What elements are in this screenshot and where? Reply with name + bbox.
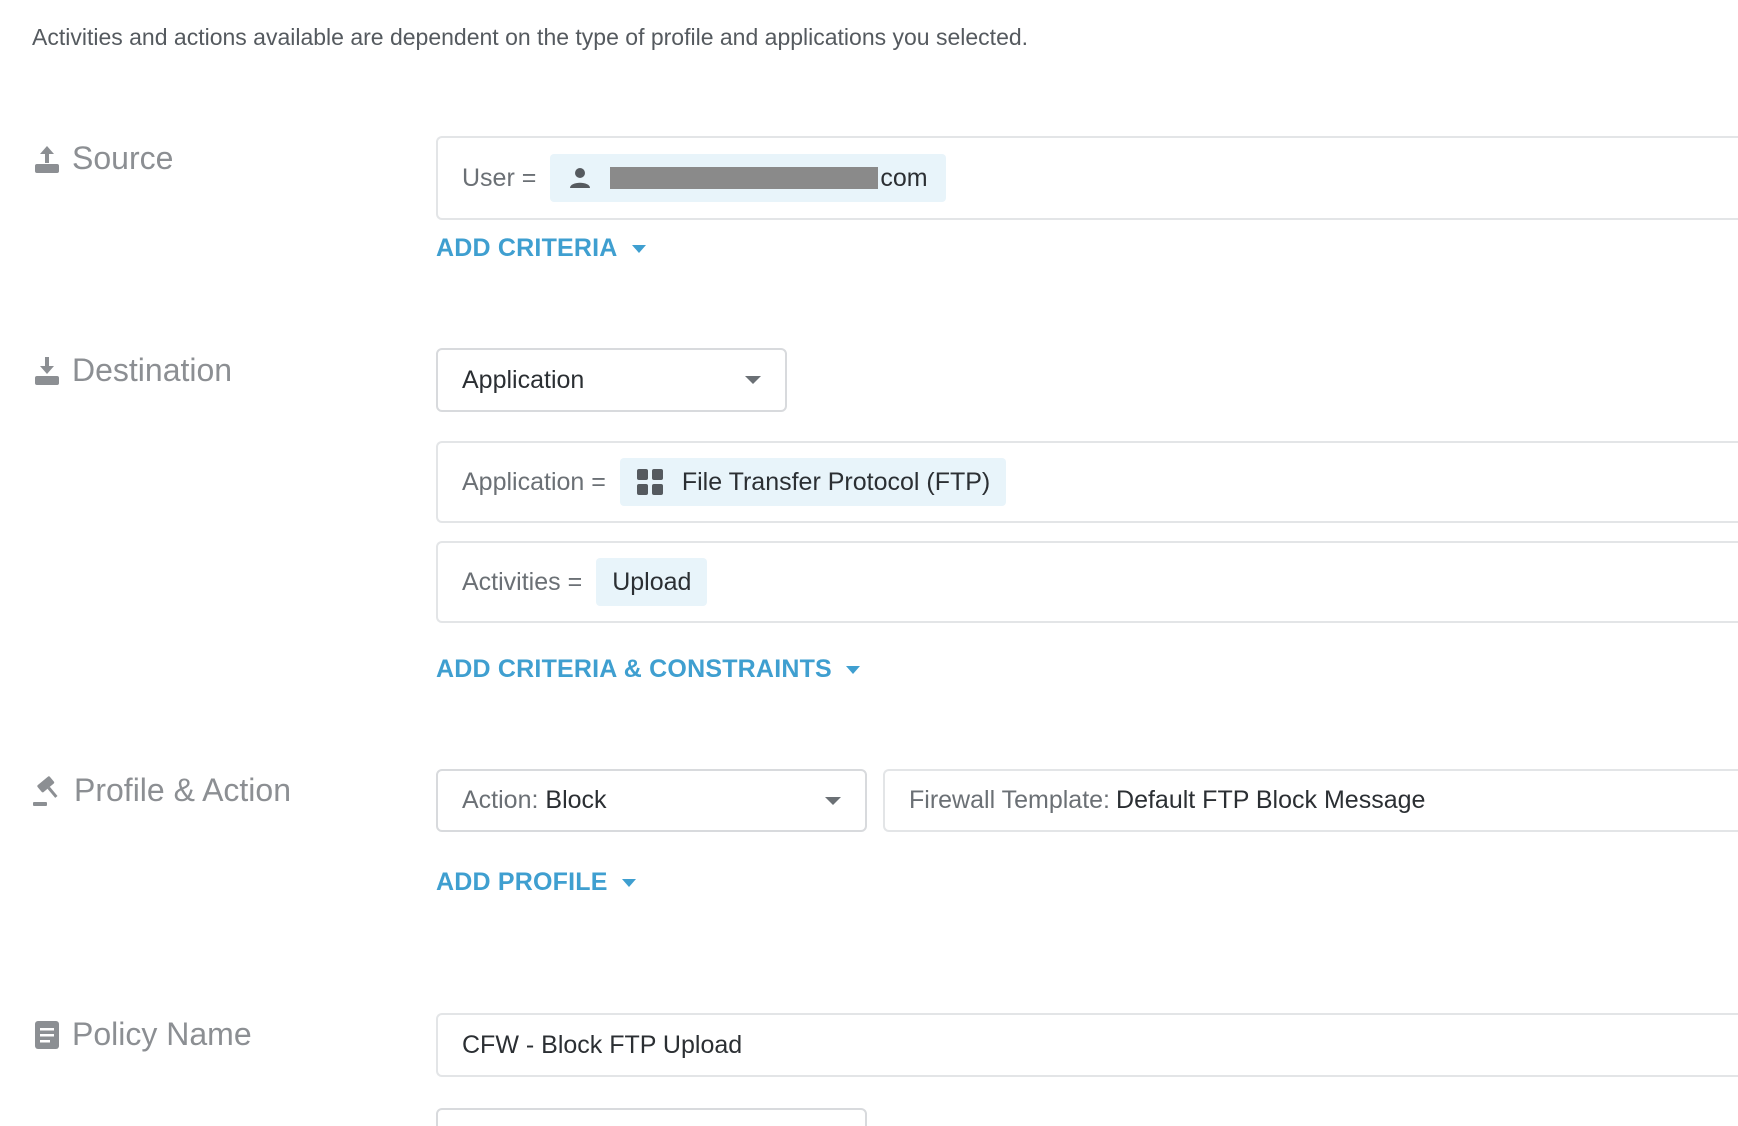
destination-add-criteria-label: ADD CRITERIA & CONSTRAINTS	[436, 655, 832, 683]
source-user-criteria[interactable]: User = com	[436, 136, 1738, 220]
destination-add-criteria-constraints-button[interactable]: ADD CRITERIA & CONSTRAINTS	[436, 655, 860, 684]
upload-tray-icon	[35, 145, 59, 173]
destination-type-select[interactable]: Application	[436, 348, 787, 412]
policy-name-section-label: Policy Name	[34, 1016, 252, 1053]
user-email-suffix: com	[880, 163, 928, 192]
chevron-down-icon	[631, 244, 646, 253]
add-profile-button[interactable]: ADD PROFILE	[436, 868, 636, 897]
destination-label: Destination	[72, 352, 233, 388]
profile-action-section-label: Profile & Action	[32, 772, 291, 809]
application-criteria-label: Application =	[462, 467, 606, 496]
policy-name-input[interactable]: CFW - Block FTP Upload	[436, 1013, 1738, 1077]
profile-action-label: Profile & Action	[74, 772, 291, 808]
policy-name-label: Policy Name	[72, 1016, 252, 1052]
destination-section-label: Destination	[34, 352, 232, 389]
intro-text: Activities and actions available are dep…	[32, 24, 1029, 50]
user-criteria-label: User =	[462, 163, 537, 192]
activities-chip[interactable]: Upload	[596, 558, 708, 606]
source-add-criteria-button[interactable]: ADD CRITERIA	[436, 234, 646, 263]
application-chip[interactable]: File Transfer Protocol (FTP)	[619, 458, 1007, 506]
user-chip[interactable]: com	[550, 154, 946, 202]
firewall-template-field[interactable]: Firewall Template: Default FTP Block Mes…	[883, 769, 1738, 832]
redacted-email	[610, 167, 879, 189]
policy-editor: Activities and actions available are dep…	[0, 0, 1738, 1126]
chevron-down-icon	[621, 878, 636, 887]
app-grid-icon	[636, 469, 663, 495]
activities-value: Upload	[612, 567, 692, 596]
add-profile-label: ADD PROFILE	[436, 868, 608, 896]
person-icon	[570, 168, 591, 188]
download-tray-icon	[35, 356, 59, 385]
destination-type-value: Application	[462, 365, 585, 394]
action-select-text: Action: Block	[462, 786, 607, 815]
chevron-down-icon	[745, 376, 761, 384]
document-icon	[35, 1020, 59, 1049]
action-prefix: Action:	[462, 786, 539, 814]
action-value: Block	[545, 786, 607, 814]
source-section-label: Source	[34, 140, 173, 177]
template-value: Default FTP Block Message	[1116, 786, 1426, 814]
next-select-partial[interactable]	[436, 1108, 867, 1126]
gavel-icon	[33, 775, 58, 806]
source-add-criteria-label: ADD CRITERIA	[436, 234, 618, 262]
chevron-down-icon	[825, 796, 841, 805]
source-label: Source	[72, 140, 174, 176]
destination-activities-criteria[interactable]: Activities = Upload	[436, 541, 1738, 623]
chevron-down-icon	[845, 665, 860, 674]
policy-name-value: CFW - Block FTP Upload	[462, 1030, 743, 1059]
action-select[interactable]: Action: Block	[436, 769, 867, 832]
application-value: File Transfer Protocol (FTP)	[681, 467, 991, 496]
template-prefix: Firewall Template:	[909, 786, 1111, 814]
destination-application-criteria[interactable]: Application = File Transfer Protocol (FT…	[436, 441, 1738, 523]
activities-criteria-label: Activities =	[462, 567, 583, 596]
